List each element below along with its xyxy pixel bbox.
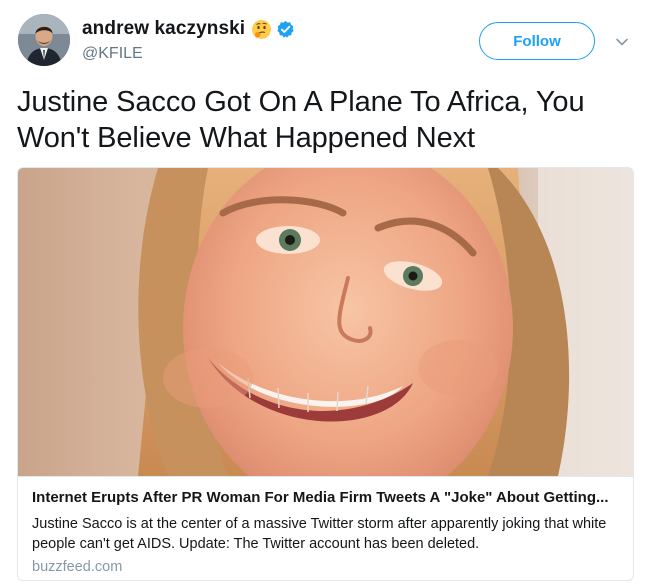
avatar[interactable] [18,14,70,66]
card-description: Justine Sacco is at the center of a mass… [32,516,607,552]
thinking-face-emoji-icon [251,19,272,40]
tweet-header: andrew kaczynski @KFILE Follow [18,14,638,74]
card-image[interactable] [18,168,633,476]
tweet: andrew kaczynski @KFILE Follow Justine S… [0,0,656,583]
display-name-row: andrew kaczynski [82,16,295,42]
handle[interactable]: @KFILE [82,45,295,63]
card-body[interactable]: Internet Erupts After PR Woman For Media… [18,476,633,575]
card-domain[interactable]: buzzfeed.com [32,559,621,575]
display-name[interactable]: andrew kaczynski [82,18,245,40]
follow-button[interactable]: Follow [479,22,595,60]
author-names: andrew kaczynski @KFILE [82,16,295,63]
chevron-down-icon[interactable] [614,34,630,50]
link-card[interactable]: Internet Erupts After PR Woman For Media… [17,167,634,581]
tweet-text: Justine Sacco Got On A Plane To Africa, … [17,86,585,154]
verified-badge-icon [276,20,295,39]
card-title[interactable]: Internet Erupts After PR Woman For Media… [32,488,621,508]
